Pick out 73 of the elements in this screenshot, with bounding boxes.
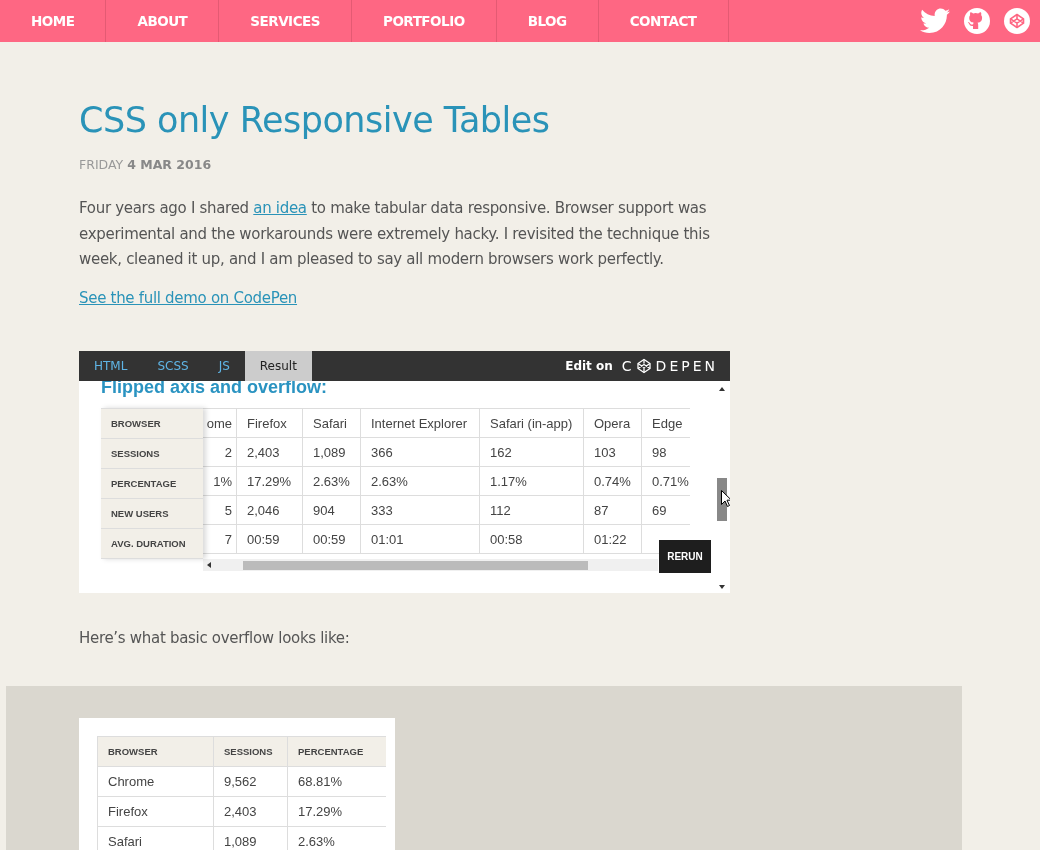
editor-tab[interactable]: HTML bbox=[79, 351, 143, 381]
row-header: PERCENTAGE bbox=[101, 469, 203, 499]
table-cell: Internet Explorer bbox=[361, 408, 480, 438]
table-cell: 5 bbox=[203, 496, 237, 525]
logo-text: DEPEN bbox=[655, 358, 718, 374]
row-header: AVG. DURATION bbox=[101, 529, 203, 559]
table-cell: 2,046 bbox=[237, 496, 303, 525]
nav-link[interactable]: PORTFOLIO bbox=[352, 0, 497, 42]
table-cell: 366 bbox=[361, 438, 480, 467]
intro-paragraph: Four years ago I shared an idea to make tabular data responsive. Browser support was experimental and the workarounds were extremely hacky. I revisited the technique this week, cleaned it up, and I am pleased to say all modern browsers work perfectly. bbox=[79, 198, 711, 270]
table-cell: ome bbox=[203, 408, 237, 438]
row-header: NEW USERS bbox=[101, 499, 203, 529]
row-header: BROWSER bbox=[101, 408, 203, 439]
twitter-bird-icon[interactable] bbox=[920, 8, 950, 34]
table-cell: 1.17% bbox=[480, 467, 584, 496]
row-header: SESSIONS bbox=[101, 439, 203, 469]
logo-text: C bbox=[621, 358, 635, 374]
table-cell: 98 bbox=[642, 438, 690, 467]
post-date: 4 MAR 2016 bbox=[127, 157, 212, 172]
body-text: Here’s what basic overflow looks like: bbox=[79, 628, 351, 649]
editor-tab[interactable]: JS bbox=[203, 351, 245, 381]
table-cell: 00:58 bbox=[480, 525, 584, 554]
table-cell: 0.74% bbox=[584, 467, 642, 496]
table-cell: 1% bbox=[203, 467, 237, 496]
table-cell: 1,089 bbox=[303, 438, 361, 467]
table-cell: Opera bbox=[584, 408, 642, 438]
article-title: CSS only Responsive Tables bbox=[79, 99, 551, 142]
column-header: SESSIONS bbox=[213, 736, 288, 766]
table-cell: 01:01 bbox=[361, 525, 480, 554]
table-cell: Firefox bbox=[237, 408, 303, 438]
edit-link[interactable]: Edit on bbox=[565, 359, 613, 373]
table-cell: 2,403 bbox=[237, 438, 303, 467]
cube-icon bbox=[635, 358, 652, 374]
rerun-button[interactable]: RERUN bbox=[659, 540, 711, 573]
table-cell: 17.29% bbox=[237, 467, 303, 496]
table-cell: Safari bbox=[303, 408, 361, 438]
table-cell: 00:59 bbox=[303, 525, 361, 554]
table-cell: 2,403 bbox=[213, 796, 288, 826]
horizontal-scrollbar[interactable] bbox=[203, 559, 658, 571]
table-cell: Safari (in-app) bbox=[480, 408, 584, 438]
editor-tab[interactable]: SCSS bbox=[142, 351, 204, 381]
nav-link[interactable]: HOME bbox=[0, 0, 107, 42]
table-cell: Safari bbox=[97, 826, 214, 850]
post-day: FRIDAY bbox=[79, 157, 124, 172]
table-cell: 01:22 bbox=[584, 525, 642, 554]
table-cell: Edge bbox=[642, 408, 690, 438]
table-cell: Chrome bbox=[97, 766, 214, 796]
table-cell: 904 bbox=[303, 496, 361, 525]
nav-link[interactable]: ABOUT bbox=[106, 0, 220, 42]
table-cell: 0.71% bbox=[642, 467, 690, 496]
column-header: PERCENTAGE bbox=[287, 736, 386, 766]
demo-link[interactable]: See the full demo on CodePen bbox=[79, 288, 298, 307]
table-cell: 7 bbox=[203, 525, 237, 554]
table-cell: 2.63% bbox=[361, 467, 480, 496]
table-cell: 87 bbox=[584, 496, 642, 525]
table-cell: 162 bbox=[480, 438, 584, 467]
table-cell: 112 bbox=[480, 496, 584, 525]
editor-tab[interactable]: Result bbox=[244, 351, 312, 381]
cube-logo-icon[interactable] bbox=[1004, 8, 1030, 34]
table-cell: 00:59 bbox=[237, 525, 303, 554]
table-cell: 333 bbox=[361, 496, 480, 525]
column-header: BROWSER bbox=[97, 736, 214, 766]
table-cell: 103 bbox=[584, 438, 642, 467]
github-icon[interactable] bbox=[964, 8, 990, 34]
nav-link[interactable]: CONTACT bbox=[598, 0, 729, 42]
nav-link[interactable]: BLOG bbox=[496, 0, 599, 42]
table-cell: 69 bbox=[642, 496, 690, 525]
inline-link[interactable]: an idea bbox=[253, 199, 307, 217]
table-cell: 2.63% bbox=[303, 467, 361, 496]
table-cell: 9,562 bbox=[213, 766, 288, 796]
table-cell: 2 bbox=[203, 438, 237, 467]
table-cell: Firefox bbox=[97, 796, 214, 826]
nav-link[interactable]: SERVICES bbox=[219, 0, 352, 42]
